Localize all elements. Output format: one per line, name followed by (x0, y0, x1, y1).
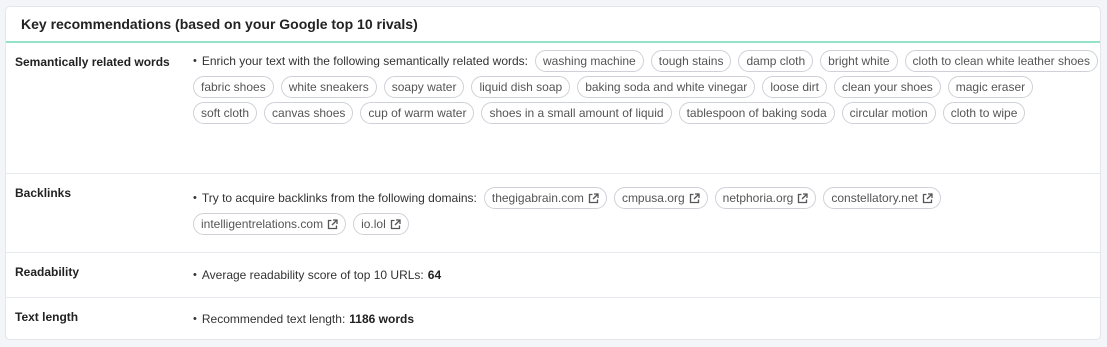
backlink-domain-text: constellatory.net (831, 191, 918, 205)
semantic-word-tag[interactable]: baking soda and white vinegar (577, 76, 756, 98)
semantic-word-tag[interactable]: tablespoon of baking soda (678, 102, 835, 124)
semantic-word-tag[interactable]: cloth to clean white leather shoes (904, 50, 1098, 72)
external-link-icon (689, 192, 700, 204)
backlink-domain-tag[interactable]: netphoria.org (714, 187, 817, 209)
semantic-intro: • Enrich your text with the following sem… (193, 54, 529, 68)
readability-info: • Average readability score of top 10 UR… (193, 268, 442, 282)
semantic-word-tag[interactable]: canvas shoes (264, 102, 354, 124)
text-length-info: • Recommended text length: 1186 words (193, 312, 414, 326)
external-link-icon (390, 218, 401, 230)
semantic-word-tag[interactable]: bright white (820, 50, 898, 72)
backlink-domain-tag[interactable]: io.lol (353, 213, 409, 235)
semantic-tags: • Enrich your text with the following sem… (193, 50, 1100, 124)
semantic-word-tag[interactable]: fabric shoes (193, 76, 274, 98)
backlinks-intro: • Try to acquire backlinks from the follo… (193, 191, 477, 205)
semantic-word-tag[interactable]: washing machine (535, 50, 644, 72)
semantic-word-tag[interactable]: loose dirt (762, 76, 828, 98)
external-link-icon (797, 192, 809, 204)
text-length-row: Text length • Recommended text length: 1… (6, 298, 1100, 339)
backlink-domain-tag[interactable]: intelligentrelations.com (193, 213, 347, 235)
backlink-domain-tag[interactable]: thegigabrain.com (483, 187, 607, 209)
semantic-row: Semantically related words • Enrich your … (6, 43, 1100, 174)
semantic-label: Semantically related words (15, 55, 170, 69)
backlink-domain-text: io.lol (361, 217, 386, 231)
semantic-word-tag[interactable]: clean your shoes (834, 76, 941, 98)
external-link-icon (327, 218, 338, 230)
text-length-value: 1186 words (349, 312, 414, 326)
readability-label: Readability (15, 265, 80, 279)
backlink-domain-text: intelligentrelations.com (201, 217, 324, 231)
semantic-word-tag[interactable]: cup of warm water (360, 102, 475, 124)
backlink-domain-text: cmpusa.org (621, 191, 685, 205)
external-link-icon (922, 192, 933, 204)
semantic-word-tag[interactable]: soapy water (383, 76, 465, 98)
semantic-word-tag[interactable]: magic eraser (947, 76, 1034, 98)
semantic-word-tag[interactable]: circular motion (841, 102, 936, 124)
backlinks-row: Backlinks • Try to acquire backlinks from… (6, 174, 1100, 253)
backlink-tags: • Try to acquire backlinks from the follo… (193, 187, 1100, 235)
backlinks-label: Backlinks (15, 186, 72, 200)
semantic-word-tag[interactable]: liquid dish soap (471, 76, 571, 98)
card-title: Key recommendations (based on your Googl… (6, 7, 1100, 43)
semantic-word-tag[interactable]: tough stains (650, 50, 732, 72)
semantic-word-tag[interactable]: cloth to wipe (942, 102, 1026, 124)
text-length-label: Text length (15, 310, 79, 324)
text-length-text: Recommended text length: (201, 312, 346, 326)
readability-text: Average readability score of top 10 URLs… (201, 268, 424, 282)
semantic-word-tag[interactable]: damp cloth (738, 50, 814, 72)
backlink-domain-tag[interactable]: cmpusa.org (613, 187, 708, 209)
external-link-icon (588, 192, 599, 204)
readability-row: Readability • Average readability score … (6, 253, 1100, 298)
semantic-word-tag[interactable]: white sneakers (280, 76, 377, 98)
backlink-domain-tag[interactable]: constellatory.net (823, 187, 941, 209)
backlink-domain-text: thegigabrain.com (491, 191, 584, 205)
recommendations-card: Key recommendations (based on your Googl… (5, 6, 1101, 340)
semantic-word-tag[interactable]: shoes in a small amount of liquid (481, 102, 672, 124)
semantic-word-tag[interactable]: soft cloth (193, 102, 258, 124)
backlink-domain-text: netphoria.org (722, 191, 794, 205)
readability-score: 64 (427, 268, 442, 282)
